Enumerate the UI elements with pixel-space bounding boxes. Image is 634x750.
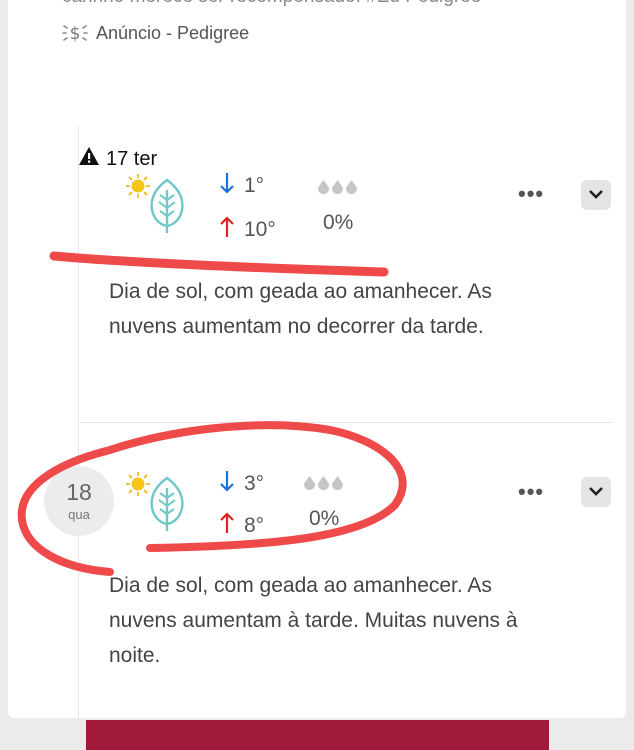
- min-temp-value: 3°: [244, 472, 265, 495]
- sun-icon: [126, 472, 150, 496]
- min-temp: 3°: [220, 470, 264, 498]
- ad-label: Anúncio - Pedigree: [96, 22, 250, 43]
- day-date-label: 17 ter: [106, 147, 158, 170]
- raindrops-icon: [304, 476, 343, 490]
- warning-triangle-icon: [78, 146, 100, 172]
- day-description: Dia de sol, com geada ao amanhecer. As n…: [109, 280, 492, 338]
- ad-label-row[interactable]: $ Anúncio - Pedigree: [62, 22, 249, 44]
- raindrops-icon: [318, 180, 357, 194]
- min-temp: 1°: [220, 172, 264, 200]
- max-temp: 8°: [220, 512, 264, 540]
- sponsored-dollar-icon: $: [62, 22, 88, 44]
- date-weekday: qua: [68, 507, 90, 522]
- max-temp-value: 10°: [244, 218, 276, 241]
- day-header: 17 ter: [78, 146, 157, 172]
- chevron-down-icon: [588, 483, 604, 501]
- max-temp-value: 8°: [244, 514, 265, 537]
- expand-button[interactable]: [581, 477, 611, 507]
- day-description: Dia de sol, com geada ao amanhecer. As n…: [109, 574, 518, 667]
- chevron-down-icon: [588, 186, 604, 204]
- leaf-icon: [148, 476, 186, 532]
- precip-value: 0%: [309, 507, 340, 530]
- arrow-down-icon: [220, 470, 234, 498]
- arrow-up-icon: [220, 512, 234, 540]
- more-options-button[interactable]: •••: [518, 181, 544, 207]
- max-temp: 10°: [220, 216, 276, 244]
- leaf-icon: [148, 178, 186, 234]
- arrow-down-icon: [220, 172, 234, 200]
- date-badge: 18 qua: [44, 466, 114, 536]
- timeline-line: [78, 126, 79, 726]
- ad-text-partial[interactable]: carinho merece ser recompensado. #Eu Ped…: [62, 0, 481, 8]
- arrow-up-icon: [220, 216, 234, 244]
- more-options-button[interactable]: •••: [518, 479, 544, 505]
- min-temp-value: 1°: [244, 174, 265, 197]
- svg-text:$: $: [70, 24, 81, 44]
- next-content-block[interactable]: [86, 720, 549, 750]
- date-number: 18: [66, 479, 92, 505]
- expand-button[interactable]: [581, 180, 611, 210]
- precip-value: 0%: [323, 211, 354, 234]
- sun-icon: [126, 174, 150, 198]
- day-divider: [80, 422, 612, 423]
